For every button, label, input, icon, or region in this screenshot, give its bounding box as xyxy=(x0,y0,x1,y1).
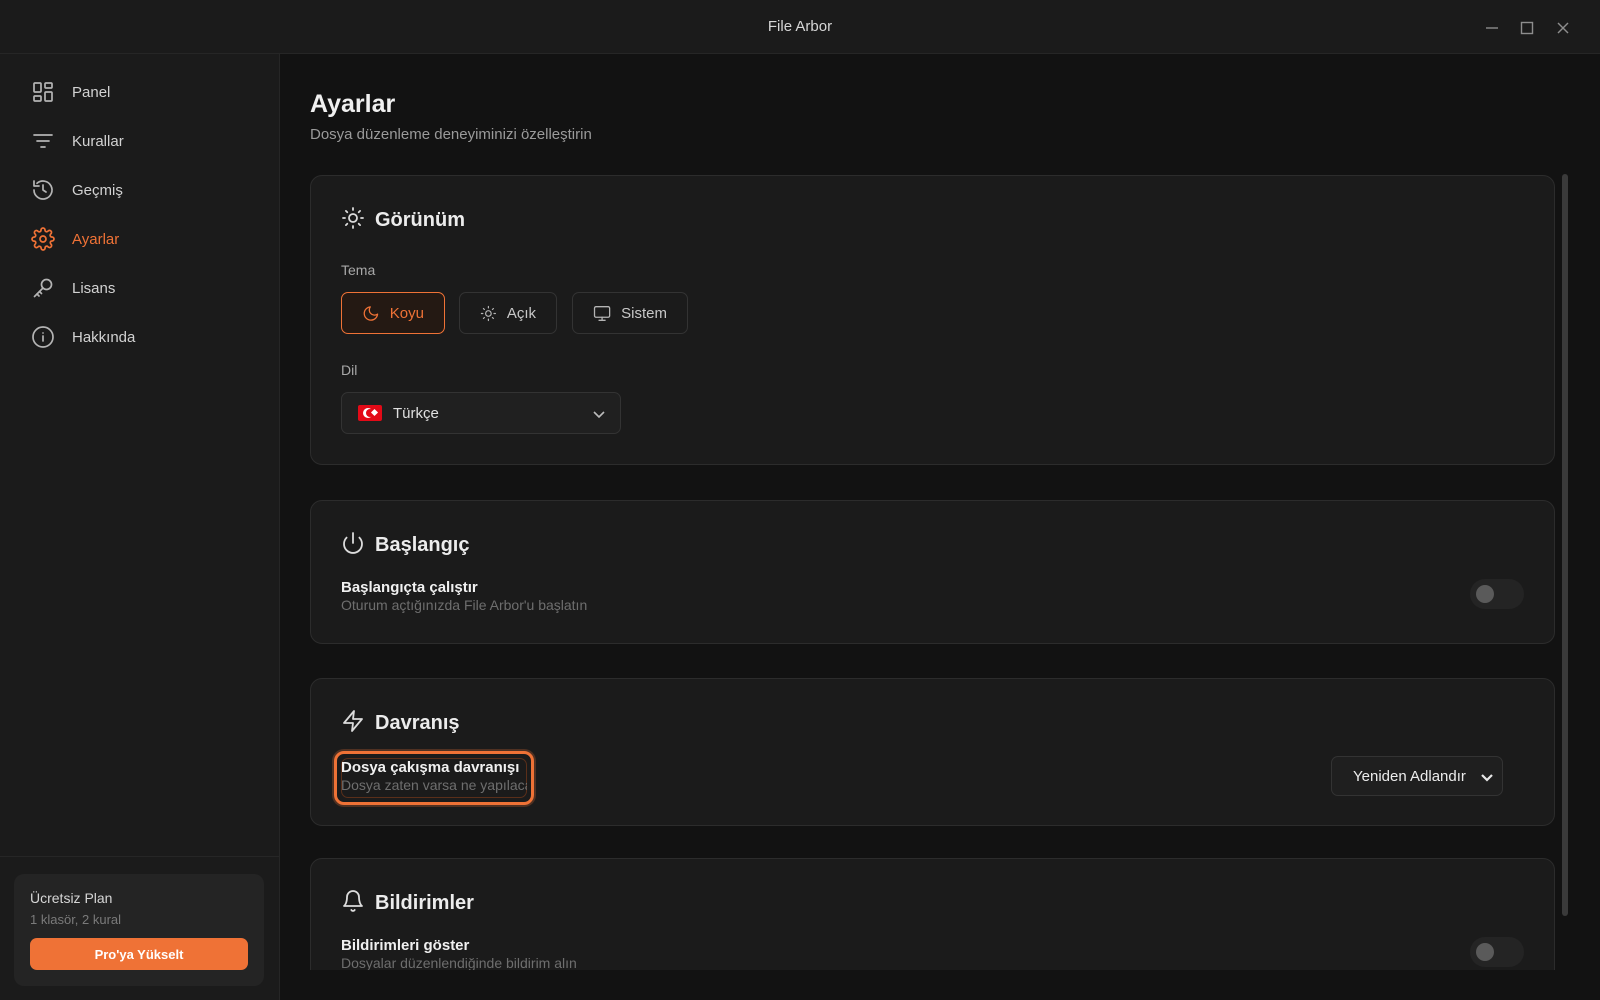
appearance-title: Görünüm xyxy=(375,209,465,231)
sidebar-item-label: Panel xyxy=(72,83,111,101)
sun-icon xyxy=(480,305,497,321)
turkey-flag-icon xyxy=(358,405,382,421)
dashboard-grid-icon xyxy=(30,79,56,105)
toggle-knob xyxy=(1476,943,1494,961)
language-value: Türkçe xyxy=(393,404,439,422)
run-at-startup-title: Başlangıçta çalıştır xyxy=(341,579,478,596)
language-select[interactable]: Türkçe xyxy=(341,392,621,434)
sidebar: Panel Kurallar Geçmiş Ayarlar Lisans Hak… xyxy=(0,54,280,1000)
toggle-knob xyxy=(1476,585,1494,603)
theme-dark-label: Koyu xyxy=(389,304,424,322)
page-title: Ayarlar xyxy=(310,90,396,118)
run-at-startup-desc: Oturum açtığınızda File Arbor'u başlatın xyxy=(341,597,588,613)
sun-icon xyxy=(341,206,365,235)
plan-usage: 1 klasör, 2 kural xyxy=(30,912,122,927)
show-notifications-desc: Dosyalar düzenlendiğinde bildirim alın xyxy=(341,955,577,971)
plan-card: Ücretsiz Plan 1 klasör, 2 kural Pro'ya Y… xyxy=(14,874,264,986)
power-icon xyxy=(341,531,365,560)
behavior-title: Davranış xyxy=(375,712,460,734)
startup-title: Başlangıç xyxy=(375,534,470,556)
moon-icon xyxy=(363,305,379,321)
window-title: File Arbor xyxy=(767,18,833,35)
sidebar-item-hakkinda[interactable]: Hakkında xyxy=(16,315,264,359)
language-label: Dil xyxy=(341,362,358,378)
appearance-header: Görünüm xyxy=(341,206,465,235)
show-notifications-toggle[interactable] xyxy=(1470,937,1524,967)
sidebar-item-label: Kurallar xyxy=(72,132,124,150)
theme-system-label: Sistem xyxy=(621,304,667,322)
sidebar-item-ayarlar[interactable]: Ayarlar xyxy=(16,217,264,261)
theme-light-button[interactable]: Açık xyxy=(459,292,557,334)
monitor-icon xyxy=(593,305,611,321)
show-notifications-title: Bildirimleri göster xyxy=(341,937,470,954)
conflict-behavior-value: Yeniden Adlandır xyxy=(1353,767,1466,785)
filter-lines-icon xyxy=(30,128,56,154)
theme-light-label: Açık xyxy=(506,304,536,322)
plan-title: Ücretsiz Plan xyxy=(30,890,113,906)
bell-icon xyxy=(341,889,365,918)
sidebar-item-gecmis[interactable]: Geçmiş xyxy=(16,168,264,212)
sidebar-divider xyxy=(0,856,279,857)
info-icon xyxy=(30,324,56,350)
notifications-header: Bildirimler xyxy=(341,889,474,918)
behavior-header: Davranış xyxy=(341,709,460,738)
sidebar-item-label: Ayarlar xyxy=(72,230,120,248)
run-at-startup-toggle[interactable] xyxy=(1470,579,1524,609)
startup-card: Başlangıç Başlangıçta çalıştır Oturum aç… xyxy=(310,500,1555,644)
appearance-card: Görünüm Tema Koyu Açık Sistem Dil Türkçe xyxy=(310,175,1555,465)
main-content: Ayarlar Dosya düzenleme deneyiminizi öze… xyxy=(281,54,1600,1000)
key-icon xyxy=(30,275,56,301)
behavior-card: Davranış Dosya çakışma davranışı Dosya z… xyxy=(310,678,1555,826)
theme-system-button[interactable]: Sistem xyxy=(572,292,688,334)
lightning-icon xyxy=(341,709,365,738)
chevron-down-icon xyxy=(1480,770,1494,784)
page-subtitle: Dosya düzenleme deneyiminizi özelleştiri… xyxy=(310,126,592,143)
sidebar-item-label: Lisans xyxy=(72,279,116,297)
scroll-clip xyxy=(281,970,1600,1000)
upgrade-button[interactable]: Pro'ya Yükselt xyxy=(30,938,248,970)
minimize-icon[interactable] xyxy=(1479,15,1505,41)
conflict-behavior-select[interactable]: Yeniden Adlandır xyxy=(1331,756,1503,796)
notifications-title: Bildirimler xyxy=(375,892,474,914)
title-bar: File Arbor xyxy=(0,0,1600,54)
gear-icon xyxy=(30,226,56,252)
close-icon[interactable] xyxy=(1550,15,1576,41)
sidebar-item-panel[interactable]: Panel xyxy=(16,70,264,114)
theme-label: Tema xyxy=(341,262,376,278)
sidebar-item-label: Hakkında xyxy=(72,328,136,346)
sidebar-item-label: Geçmiş xyxy=(72,181,123,199)
chevron-down-icon xyxy=(592,407,606,421)
history-icon xyxy=(30,177,56,203)
startup-header: Başlangıç xyxy=(341,531,469,560)
sidebar-item-kurallar[interactable]: Kurallar xyxy=(16,119,264,163)
conflict-behavior-title: Dosya çakışma davranışı xyxy=(341,759,520,776)
conflict-behavior-desc: Dosya zaten varsa ne yapılacağı xyxy=(341,777,527,793)
maximize-icon[interactable] xyxy=(1514,15,1540,41)
theme-dark-button[interactable]: Koyu xyxy=(341,292,445,334)
scrollbar[interactable] xyxy=(1562,174,1568,916)
sidebar-item-lisans[interactable]: Lisans xyxy=(16,266,264,310)
